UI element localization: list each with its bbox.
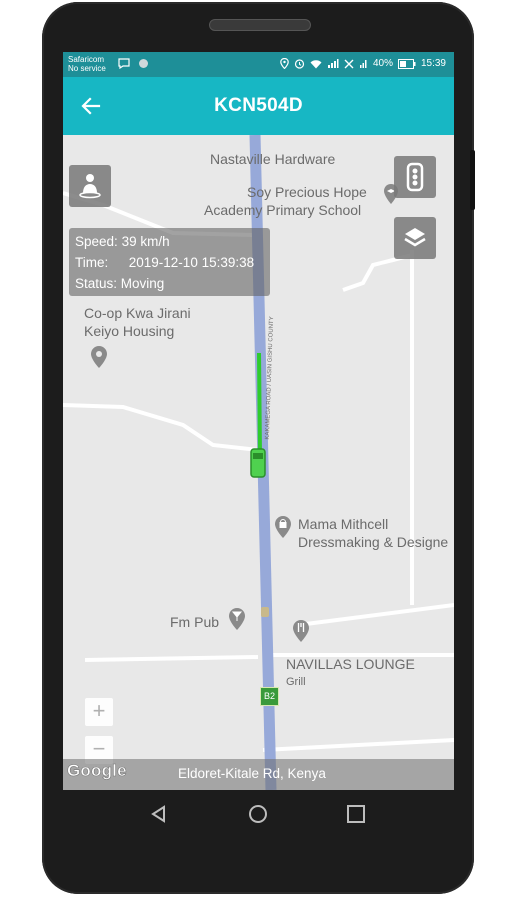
phone-speaker — [209, 19, 311, 31]
dot-icon — [139, 59, 148, 68]
notification-icons — [118, 58, 149, 69]
minor-road — [84, 655, 259, 662]
carrier-name: Safaricom — [68, 55, 105, 64]
poi-nastaville[interactable]: Nastaville Hardware — [210, 151, 335, 168]
layers-button[interactable] — [394, 217, 436, 259]
layers-icon — [404, 228, 426, 247]
restaurant-pin-icon — [293, 620, 309, 642]
bar-pin-icon — [229, 608, 245, 630]
vehicle-marker-icon[interactable] — [250, 448, 266, 478]
carrier-service: No service — [68, 64, 106, 73]
zoom-in-button[interactable]: + — [85, 698, 113, 726]
google-logo: Google — [67, 761, 127, 781]
screen: Safaricom No service 40% 15:39 KCN504D N… — [63, 52, 454, 790]
battery-percent: 40% — [372, 58, 393, 69]
nav-back-icon[interactable] — [149, 804, 169, 824]
traffic-button[interactable] — [394, 156, 436, 198]
vehicle-title: KCN504D — [214, 95, 303, 116]
minor-road — [342, 253, 413, 292]
carrier-info: Safaricom No service — [68, 55, 106, 73]
no-signal-icon — [344, 59, 354, 68]
place-pin-icon — [91, 346, 107, 368]
person-button[interactable] — [69, 165, 111, 207]
status-value: Moving — [120, 276, 165, 291]
time-row: Time: 2019-12-10 15:39:38 — [75, 255, 254, 270]
shop-pin-icon — [275, 516, 291, 538]
route-badge: B2 — [260, 687, 279, 706]
minor-road — [63, 403, 259, 452]
vehicle-info-box: Speed: 39 km/h Time: 2019-12-10 15:39:38… — [69, 228, 270, 296]
vehicle-track — [257, 352, 262, 456]
location-icon — [280, 58, 289, 69]
traffic-light-icon — [406, 162, 424, 192]
poi-fm-pub[interactable]: Fm Pub — [170, 614, 219, 631]
signal-icon — [327, 58, 339, 68]
address-text: Eldoret-Kitale Rd, Kenya — [178, 766, 326, 781]
nav-recents-icon[interactable] — [346, 804, 366, 824]
poi-coop-line1[interactable]: Co-op Kwa Jirani — [84, 305, 191, 322]
status-bar: Safaricom No service 40% 15:39 — [63, 52, 454, 77]
clock: 15:39 — [420, 58, 446, 69]
map-view[interactable]: Nastaville Hardware Soy Precious Hope Ac… — [63, 135, 454, 790]
poi-mama-line2[interactable]: Dressmaking & Designe — [298, 534, 448, 551]
battery-icon — [397, 58, 416, 69]
minor-road — [297, 603, 454, 627]
poi-coop-line2[interactable]: Keiyo Housing — [84, 323, 174, 340]
person-icon — [79, 174, 101, 199]
poi-soy-line2[interactable]: Academy Primary School — [204, 202, 361, 219]
road-marker — [261, 607, 269, 617]
signal-icon-2 — [359, 59, 367, 68]
time-label: Time: — [75, 255, 109, 270]
poi-navillas[interactable]: NAVILLAS LOUNGE — [286, 656, 415, 673]
speed-row: Speed: 39 km/h — [75, 234, 170, 249]
nav-home-icon[interactable] — [248, 804, 268, 824]
time-value: 2019-12-10 15:39:38 — [128, 255, 255, 270]
alarm-icon — [294, 59, 305, 69]
wifi-icon — [310, 59, 322, 68]
app-bar: KCN504D — [63, 77, 454, 135]
system-icons: 40% 15:39 — [280, 58, 446, 69]
phone-side-button — [470, 150, 475, 210]
speed-label: Speed: — [75, 234, 118, 249]
status-row: Status: Moving — [75, 276, 164, 291]
poi-mama-line1[interactable]: Mama Mithcell — [298, 516, 388, 533]
system-nav-bar — [63, 790, 454, 840]
poi-soy-line1[interactable]: Soy Precious Hope — [247, 184, 367, 201]
minor-road — [262, 738, 454, 752]
speed-value: 39 km/h — [121, 234, 170, 249]
status-label: Status: — [75, 276, 118, 291]
poi-navillas-sub: Grill — [286, 676, 306, 688]
chat-icon — [118, 58, 130, 69]
